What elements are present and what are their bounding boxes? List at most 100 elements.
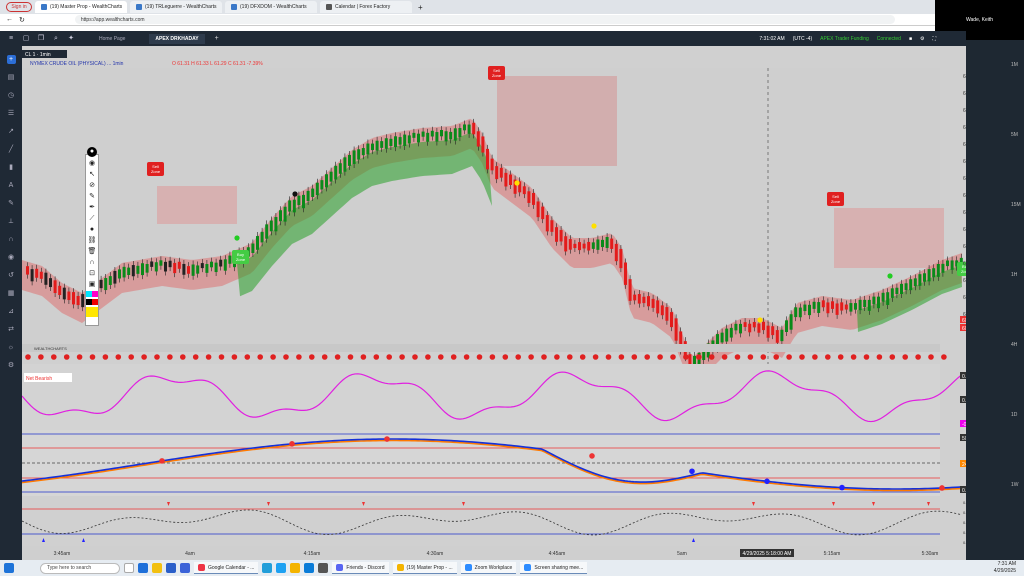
- copy-icon[interactable]: ❐: [37, 35, 45, 43]
- trend-dot: [76, 354, 83, 360]
- ai-icon[interactable]: ✦: [67, 35, 75, 43]
- candle: [141, 263, 144, 276]
- candle: [150, 261, 154, 267]
- sun-icon[interactable]: ☼: [7, 343, 16, 352]
- link-icon[interactable]: ⛓: [87, 236, 97, 245]
- eye-icon[interactable]: ◉: [87, 159, 97, 168]
- fullscreen-icon[interactable]: ⛶: [932, 36, 936, 42]
- clipboard-icon[interactable]: ▣: [87, 280, 97, 289]
- menu-icon[interactable]: ≡: [7, 35, 15, 43]
- brush-icon[interactable]: ✎: [87, 192, 97, 201]
- file-explorer-icon[interactable]: [152, 563, 162, 573]
- taskbar-app-google-calendar[interactable]: Google Calendar - ...: [194, 562, 259, 574]
- word-icon[interactable]: [166, 563, 176, 573]
- trash-icon[interactable]: 🗑: [87, 247, 97, 256]
- pencil-icon[interactable]: ✎: [7, 199, 16, 208]
- chart-area[interactable]: CL 1 · 1min NYMEX CRUDE OIL (PHYSICAL) ..…: [21, 46, 980, 560]
- color-swatch-icon[interactable]: [86, 299, 98, 305]
- layout-icon[interactable]: ▢: [22, 35, 30, 43]
- browser-tab-master-prop[interactable]: (19) Master Prop - WealthCharts: [35, 1, 127, 13]
- bar-chart-icon[interactable]: ▮: [7, 163, 16, 172]
- text-tool-icon[interactable]: A: [7, 181, 16, 190]
- app-icon[interactable]: [318, 563, 329, 573]
- add-chart-icon[interactable]: +: [6, 55, 16, 64]
- replay-icon[interactable]: ↺: [7, 271, 16, 280]
- tab-apex-drkhaday[interactable]: APEX DRKHADAY: [149, 33, 205, 44]
- candle: [154, 262, 158, 272]
- app-icon[interactable]: [276, 563, 287, 573]
- telegram-icon[interactable]: [262, 563, 273, 573]
- windows-start-icon[interactable]: [4, 563, 14, 573]
- trend-dot: [218, 354, 225, 360]
- new-tab-button[interactable]: +: [418, 3, 423, 12]
- color-swatch-icon[interactable]: [86, 291, 98, 297]
- page-icon[interactable]: ▤: [7, 73, 16, 82]
- timeframe-tick[interactable]: 5M: [1011, 132, 1018, 138]
- candle: [863, 299, 867, 307]
- compare-icon[interactable]: ⇄: [7, 325, 16, 334]
- lock-icon[interactable]: ⊡: [87, 269, 97, 278]
- timeframe-tick[interactable]: 1M: [1011, 62, 1018, 68]
- sign-in-button[interactable]: Sign in: [6, 2, 32, 12]
- grid-icon[interactable]: ▦: [7, 289, 16, 298]
- candle: [72, 292, 75, 305]
- dot-icon[interactable]: ●: [87, 225, 97, 234]
- trend-dot: [463, 354, 470, 360]
- app-icon[interactable]: [304, 563, 315, 573]
- browser-tab-dfxdom[interactable]: (19) DFXDOM - WealthCharts: [225, 1, 317, 13]
- pen-icon[interactable]: ✒: [87, 203, 97, 212]
- cursor-icon[interactable]: ↖: [87, 170, 97, 179]
- taskbar-app-zoom[interactable]: Zoom Workplace: [460, 562, 517, 574]
- scale-icon[interactable]: ⊿: [7, 307, 16, 316]
- magnet-icon[interactable]: ∩: [7, 235, 16, 244]
- candle: [187, 266, 190, 274]
- taskbar-search-input[interactable]: Type here to search: [40, 562, 120, 574]
- search-icon[interactable]: ⌕: [52, 35, 60, 43]
- settings-icon[interactable]: ⚙: [920, 36, 924, 42]
- task-view-icon[interactable]: [124, 563, 134, 573]
- taskbar-clock[interactable]: 7:31 AM 4/29/2025: [994, 561, 1024, 575]
- url-input[interactable]: https://app.wealthcharts.com: [74, 15, 895, 24]
- taskbar-app-master-prop[interactable]: (19) Master Prop - ...: [392, 562, 457, 574]
- back-icon[interactable]: ←: [6, 16, 13, 23]
- trend-icon[interactable]: ↗: [7, 127, 16, 136]
- save-icon[interactable]: ■: [909, 36, 912, 42]
- line-tool-icon[interactable]: ╱: [7, 145, 16, 154]
- ruler-icon[interactable]: ⟂: [7, 217, 16, 226]
- taskbar-app-screen-sharing[interactable]: Screen sharing mee...: [520, 562, 588, 574]
- taskbar-app-discord[interactable]: Friends - Discord: [332, 562, 389, 574]
- timeframe-tick[interactable]: 1W: [1011, 482, 1019, 488]
- candle: [743, 322, 747, 327]
- location-pin-icon[interactable]: ●: [87, 147, 97, 157]
- hide-icon[interactable]: ⊘: [87, 181, 97, 190]
- timeframe-tick[interactable]: 15M: [1011, 202, 1021, 208]
- trend-dot: [579, 354, 586, 360]
- list-icon[interactable]: ☰: [7, 109, 16, 118]
- ruler-icon[interactable]: ⟋: [87, 214, 97, 223]
- timeframe-tick[interactable]: 4H: [1011, 342, 1017, 348]
- browser-tab-forex-factory[interactable]: Calendar | Forex Factory: [320, 1, 412, 13]
- candle: [941, 263, 945, 273]
- refresh-icon[interactable]: ↻: [19, 16, 25, 24]
- candle: [840, 302, 844, 311]
- browser-tab-trleguerre[interactable]: (19) TRLeguerre - WealthCharts: [130, 1, 222, 13]
- candle: [113, 270, 117, 284]
- candle: [771, 326, 775, 336]
- candle: [260, 231, 264, 243]
- chart-canvas[interactable]: CL 1 · 1min NYMEX CRUDE OIL (PHYSICAL) ..…: [21, 46, 980, 560]
- edge-icon[interactable]: [138, 563, 148, 573]
- add-tab-button[interactable]: +: [215, 35, 219, 42]
- color-swatch-yellow-icon[interactable]: [86, 307, 98, 317]
- eye-icon[interactable]: ◉: [7, 253, 16, 262]
- timeframe-tick[interactable]: 1H: [1011, 272, 1017, 278]
- clock-icon[interactable]: ◷: [7, 91, 16, 100]
- timeframe-tick[interactable]: 1D: [1011, 412, 1017, 418]
- candle: [357, 149, 361, 160]
- magnet-icon[interactable]: ∩: [87, 258, 97, 267]
- account-status[interactable]: APEX Trader Funding: [820, 36, 869, 42]
- gear-icon[interactable]: ⚙: [7, 361, 16, 370]
- tab-home-page[interactable]: Home Page: [93, 34, 131, 44]
- chrome-icon[interactable]: [290, 563, 301, 573]
- outlook-icon[interactable]: [180, 563, 190, 573]
- crosshair-time-label: 4/29/2025 5:18:00 AM: [743, 551, 792, 557]
